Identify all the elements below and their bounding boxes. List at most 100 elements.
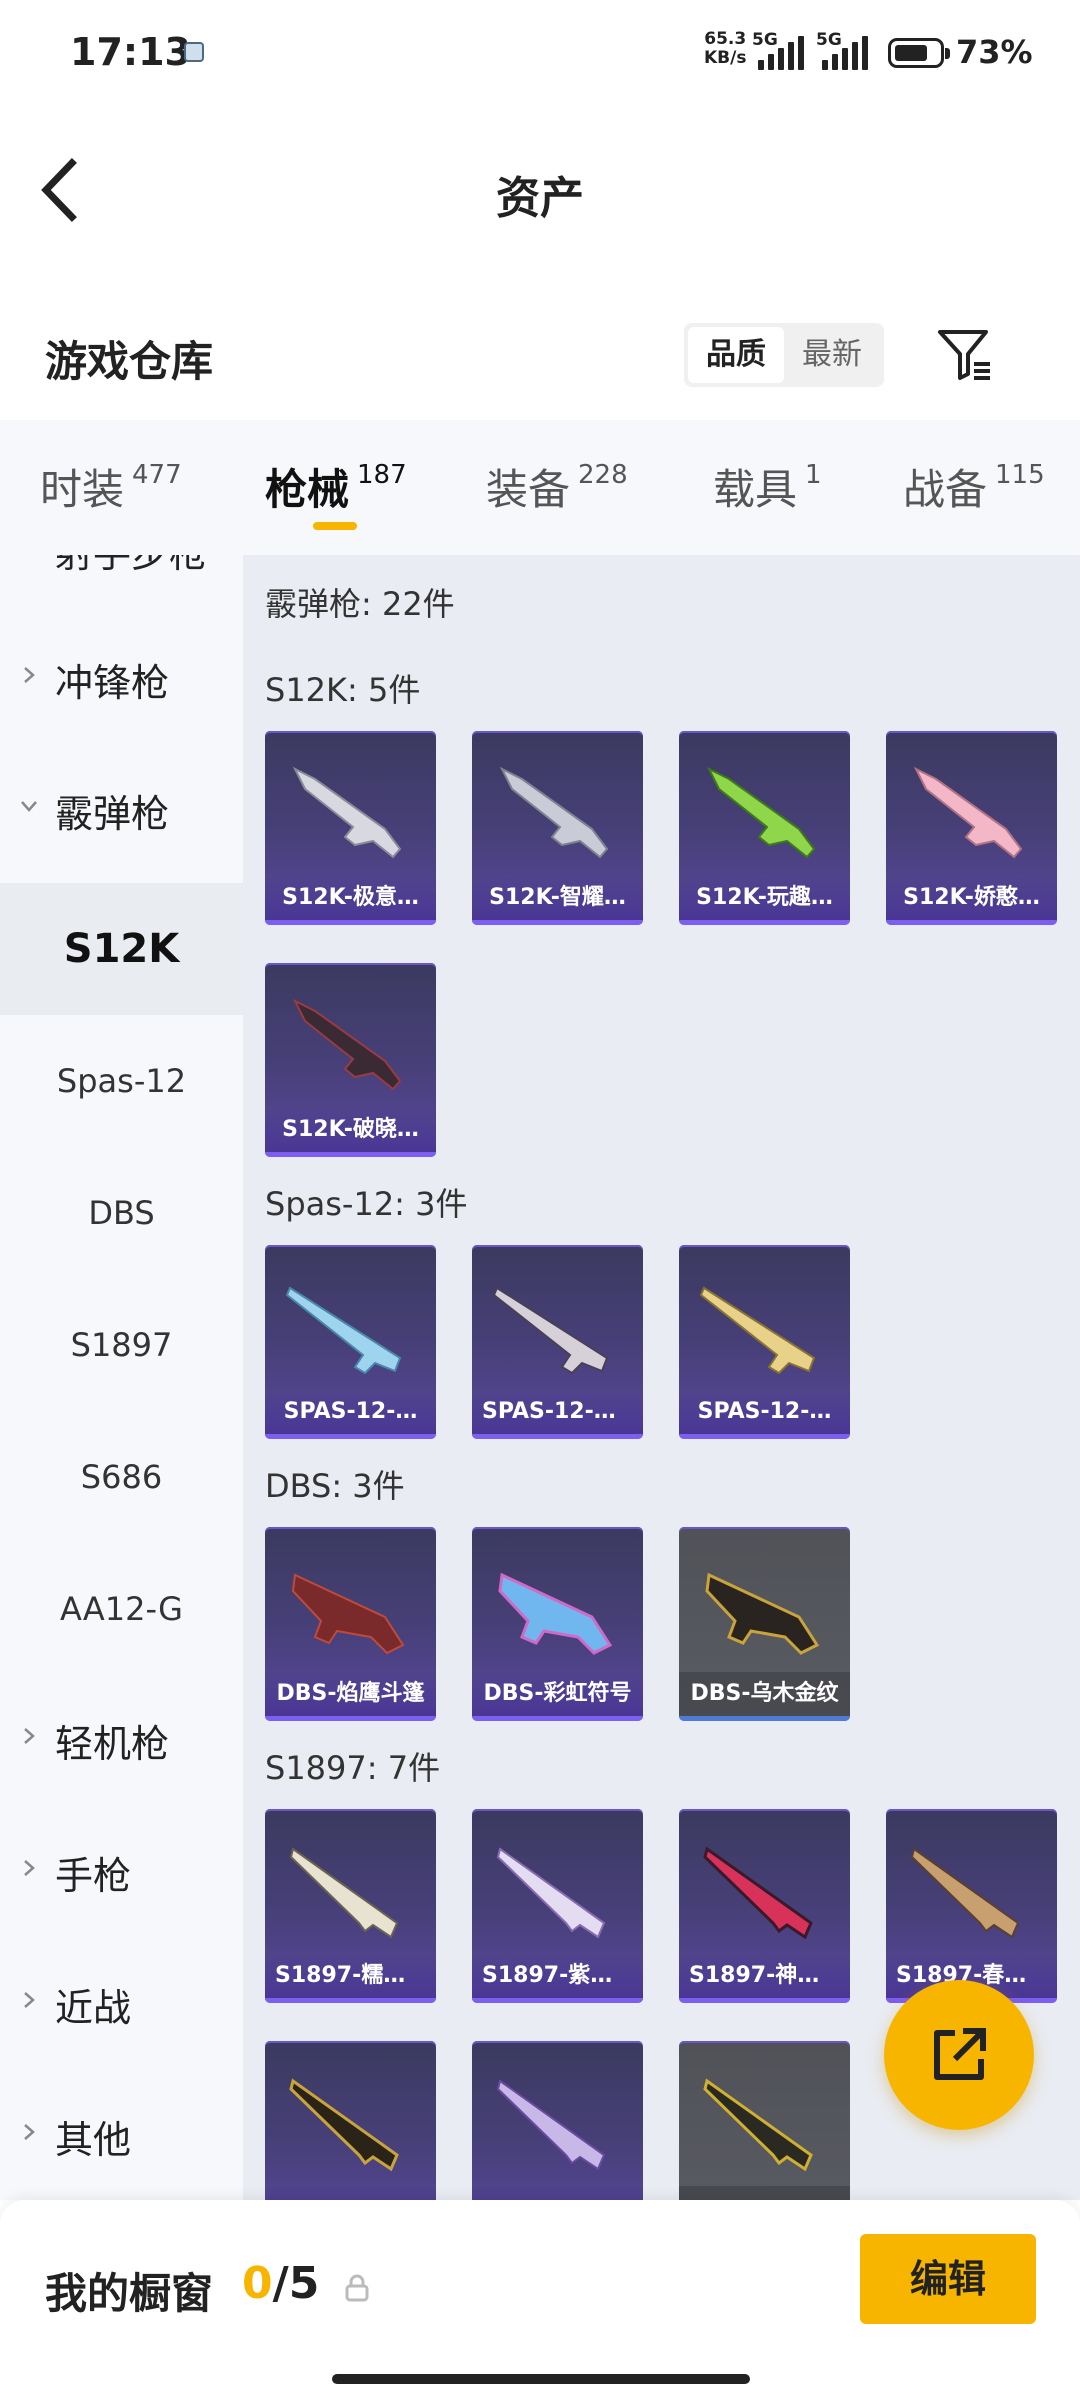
skin-card[interactable]: S1897-糯团…: [265, 1809, 436, 2003]
tab-label: 战备: [903, 465, 988, 514]
group-heading: S1897: 7件: [265, 1749, 441, 1787]
shotgun-icon: [289, 1847, 399, 1939]
skin-card[interactable]: DBS-彩虹符号: [472, 1527, 643, 1721]
sidebar-item-s12k[interactable]: S12K: [0, 883, 243, 1015]
skin-card[interactable]: S12K-娇憨…: [886, 731, 1057, 925]
sidebar-item-dbs[interactable]: DBS: [0, 1147, 243, 1279]
shotgun-icon: [703, 2078, 813, 2172]
showcase-label: 我的橱窗: [45, 2269, 214, 2318]
sidebar-category-pistol[interactable]: 手枪: [0, 1805, 243, 1935]
skin-card-name: [265, 2186, 436, 2200]
sidebar-category-other[interactable]: 其他: [0, 2069, 243, 2199]
battery-icon: [888, 38, 950, 68]
home-indicator[interactable]: [332, 2374, 750, 2384]
tab-count: 187: [357, 460, 407, 490]
sidebar-item-s686[interactable]: S686: [0, 1411, 243, 1543]
tab-supplies[interactable]: 战备 115: [903, 456, 1045, 517]
sidebar-category-label: 冲锋枪: [55, 661, 170, 705]
showcase-count-value: 0: [242, 2258, 273, 2309]
battery-percent: 73%: [956, 33, 1033, 71]
network-speed-unit: KB/s: [704, 48, 747, 68]
shotgun-icon: [498, 1572, 613, 1655]
sidebar-category-marksman[interactable]: 射手步枪: [0, 555, 243, 613]
shotgun-summary: 霰弹枪: 22件: [265, 585, 455, 623]
group-heading: Spas-12: 3件: [265, 1185, 468, 1223]
edit-button[interactable]: 编辑: [860, 2234, 1036, 2324]
tab-label: 枪械: [265, 465, 350, 514]
skin-card-name: S1897-糯团…: [265, 1954, 436, 1998]
shotgun-icon: [910, 1847, 1020, 1939]
skin-card-name: SPAS-12-燕…: [472, 1390, 643, 1434]
tab-firearms[interactable]: 枪械 187: [265, 456, 407, 517]
signal-1-icon: 5G: [752, 30, 808, 70]
sidebar-category-smg[interactable]: 冲锋枪: [0, 612, 243, 742]
tab-equipment[interactable]: 装备 228: [486, 456, 628, 517]
skin-card[interactable]: SPAS-12-…: [265, 1245, 436, 1439]
skin-card[interactable]: S12K-破晓…: [265, 963, 436, 1157]
skin-card[interactable]: S12K-智耀…: [472, 731, 643, 925]
tab-label: 时装: [40, 465, 125, 514]
skin-card-name: S12K-破晓…: [265, 1108, 436, 1152]
sidebar-item-spas12[interactable]: Spas-12: [0, 1015, 243, 1147]
tab-fashion[interactable]: 时装 477: [40, 456, 182, 517]
showcase-count-total: /5: [272, 2258, 320, 2309]
skin-card-name: [679, 2186, 850, 2200]
repository-title: 游戏仓库: [45, 337, 214, 386]
signal-1-label: 5G: [752, 30, 778, 50]
sidebar-category-label: 射手步枪: [55, 555, 207, 578]
skin-card[interactable]: [472, 2041, 643, 2200]
sidebar-item-s1897[interactable]: S1897: [0, 1279, 243, 1411]
tab-count: 228: [578, 460, 628, 490]
skin-card[interactable]: S1897-紫幽梦: [472, 1809, 643, 2003]
sort-quality-button[interactable]: 品质: [688, 327, 784, 383]
skin-card[interactable]: S12K-极意…: [265, 731, 436, 925]
status-time: 17:13: [70, 30, 191, 74]
skin-card[interactable]: S12K-玩趣…: [679, 731, 850, 925]
skin-card-name: DBS-焰鹰斗篷: [265, 1672, 436, 1716]
skin-card-name: [472, 2186, 643, 2200]
skin-card-name: DBS-乌木金纹: [679, 1672, 850, 1716]
group-heading: DBS: 3件: [265, 1467, 405, 1505]
shotgun-icon: [705, 1572, 820, 1655]
skin-card[interactable]: S1897-神秘…: [679, 1809, 850, 2003]
status-bar: 17:13 65.3 KB/s 5G 5G 73%: [0, 0, 1080, 100]
sort-toggle: 品质 最新: [684, 323, 884, 387]
skin-card[interactable]: DBS-焰鹰斗篷: [265, 1527, 436, 1721]
skin-card-name: S1897-神秘…: [679, 1954, 850, 1998]
network-speed-value: 65.3: [704, 29, 747, 49]
sidebar-category-melee[interactable]: 近战: [0, 1937, 243, 2067]
showcase-bar: 我的橱窗 0/5 编辑: [0, 2200, 1080, 2400]
sidebar-category-label: 其他: [55, 2118, 132, 2162]
shotgun-icon: [291, 1573, 405, 1655]
shotgun-icon: [292, 998, 402, 1091]
tab-vehicles[interactable]: 载具 1: [713, 456, 822, 517]
repository-header: 游戏仓库 品质 最新: [0, 280, 1080, 420]
tab-label: 装备: [486, 465, 571, 514]
shotgun-icon: [699, 1286, 816, 1375]
group-heading: S12K: 5件: [265, 671, 421, 709]
share-fab-button[interactable]: [884, 1980, 1034, 2130]
skin-card[interactable]: [265, 2041, 436, 2200]
skin-card[interactable]: S1897-春暖…: [886, 1809, 1057, 2003]
shotgun-icon: [499, 766, 609, 859]
skin-card-name: S12K-娇憨…: [886, 876, 1057, 920]
share-external-icon: [934, 2028, 986, 2080]
shotgun-icon: [289, 2078, 399, 2172]
filter-button[interactable]: [936, 326, 992, 382]
skin-card[interactable]: SPAS-12-…: [679, 1245, 850, 1439]
sort-newest-button[interactable]: 最新: [784, 327, 880, 383]
sidebar-category-label: 轻机枪: [55, 1722, 170, 1766]
skin-card[interactable]: [679, 2041, 850, 2200]
skin-card-name: S12K-智耀…: [472, 876, 643, 920]
shotgun-icon: [496, 2079, 606, 2171]
tab-count: 115: [995, 460, 1045, 490]
sidebar-item-aa12g[interactable]: AA12-G: [0, 1543, 243, 1675]
sidebar-category-lmg[interactable]: 轻机枪: [0, 1673, 243, 1803]
tab-count: 477: [132, 460, 182, 490]
skin-card-name: SPAS-12-…: [679, 1390, 850, 1434]
battery-fill: [895, 45, 927, 61]
chevron-right-icon: [24, 1728, 35, 1744]
skin-card[interactable]: DBS-乌木金纹: [679, 1527, 850, 1721]
skin-card[interactable]: SPAS-12-燕…: [472, 1245, 643, 1439]
sidebar-category-shotgun[interactable]: 霰弹枪: [0, 743, 243, 873]
